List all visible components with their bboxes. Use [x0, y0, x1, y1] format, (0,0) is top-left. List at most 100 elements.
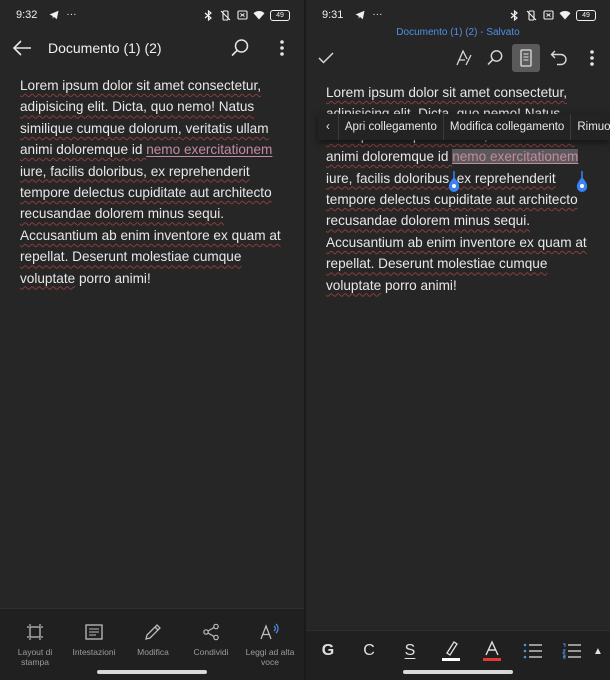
format-toolbar: G C S ▲ [306, 630, 610, 680]
document-line: animi doloremque id nemo exercitationem [326, 146, 608, 167]
context-menu-back[interactable]: ‹ [318, 114, 339, 140]
document-line: Lorem ipsum dolor sit amet consectetur, [20, 75, 296, 96]
status-time: 9:32 [16, 9, 38, 21]
document-line: repellat. Deserunt molestiae cumque [20, 246, 296, 267]
toolbar-condividi[interactable]: Condividi [181, 621, 241, 657]
more-notifications-icon: ··· [372, 9, 383, 20]
document-line: recusandae dolorem minus sequi. [20, 203, 296, 224]
page-layout-icon [24, 621, 46, 643]
document-line: Lorem ipsum dolor sit amet consectetur, [326, 82, 608, 103]
document-text-run: voluptate [326, 277, 382, 293]
pencil-icon [142, 621, 164, 643]
read-aloud-icon [259, 621, 281, 643]
document-line: voluptate porro animi! [20, 268, 296, 289]
toolbar-leggi-ad-alta-voce[interactable]: Leggi ad alta voce [240, 621, 300, 667]
bluetooth-icon [202, 9, 214, 21]
bold-button[interactable]: G [316, 639, 340, 663]
document-line: animi doloremque id nemo exercitationem [20, 139, 296, 160]
document-line: Accusantium ab enim inventore ex quam at [326, 232, 608, 253]
draw-pen-icon[interactable] [449, 44, 477, 72]
document-text-run: Lorem ipsum dolor sit amet consectetur, [20, 78, 262, 93]
more-options-icon[interactable] [272, 36, 292, 60]
document-text-run: Lorem ipsum dolor sit amet consectetur, [326, 85, 568, 100]
highlight-icon[interactable] [439, 639, 463, 663]
document-text-run: tempore delectus cupiditate aut architec… [20, 185, 272, 201]
italic-button[interactable]: C [357, 639, 381, 663]
document-title-saved: Documento (1) (2) - Salvato [396, 27, 520, 38]
toolbar-label: Leggi ad alta voce [245, 647, 295, 667]
toolbar-label: Modifica [137, 647, 169, 657]
headings-icon [83, 621, 105, 643]
toolbar-label: Intestazioni [72, 647, 116, 657]
font-color-icon[interactable] [480, 639, 504, 663]
right-screen: 9:31 ··· 49 Documento (1) (2) - Salvato [306, 0, 610, 680]
document-text-run: animi doloremque id [326, 149, 453, 165]
more-notifications-icon: ··· [66, 9, 77, 20]
selection-handle-start[interactable] [447, 171, 461, 193]
vibrate-icon [525, 9, 537, 21]
status-bar: 9:32 ··· 49 [0, 0, 304, 30]
remove-link-button[interactable]: Rimuo [571, 114, 610, 140]
wifi-icon [559, 9, 571, 21]
document-line: repellat. Deserunt molestiae cumque [326, 253, 608, 274]
document-text-run: iure, facilis doloribus, ex reprehenderi… [20, 163, 250, 179]
search-icon[interactable] [481, 44, 509, 72]
toolbar-modifica[interactable]: Modifica [123, 621, 183, 657]
document-text-run: porro animi! [75, 270, 151, 286]
battery-icon: 49 [576, 9, 596, 21]
bullet-list-icon[interactable] [521, 639, 545, 663]
document-text-run: recusandae dolorem minus sequi. [326, 213, 531, 229]
expand-up-icon[interactable]: ▲ [586, 639, 610, 663]
document-body[interactable]: Lorem ipsum dolor sit amet consectetur, a… [20, 75, 296, 289]
document-text-run: porro animi! [381, 277, 457, 293]
hyperlink-text[interactable]: nemo exercitationem [146, 142, 272, 157]
hyperlink-text[interactable]: nemo exercitationem [452, 149, 579, 165]
document-text-run: recusandae dolorem minus sequi. [20, 206, 225, 222]
home-indicator[interactable] [403, 670, 513, 674]
toolbar-label: Condividi [193, 647, 229, 657]
document-text-run: voluptate [20, 270, 76, 286]
bluetooth-icon [508, 9, 520, 21]
undo-icon[interactable] [545, 44, 573, 72]
status-bar: 9:31 ··· 49 [306, 0, 610, 30]
document-text-run: tempore delectus cupiditate aut architec… [326, 192, 578, 208]
more-options-icon[interactable] [578, 44, 606, 72]
app-header: Documento (1) (2) [0, 30, 304, 66]
toolbar-layout-stampa[interactable]: Layout di stampa [5, 621, 65, 667]
open-link-button[interactable]: Apri collegamento [339, 114, 444, 140]
wifi-icon [253, 9, 265, 21]
toolbar-intestazioni[interactable]: Intestazioni [64, 621, 124, 657]
no-sim-icon [236, 9, 248, 21]
selection-handle-end[interactable] [575, 171, 589, 193]
status-time: 9:31 [322, 9, 344, 21]
vibrate-icon [219, 9, 231, 21]
checkmark-icon[interactable] [312, 44, 340, 72]
telegram-icon [48, 9, 60, 21]
battery-icon: 49 [270, 9, 290, 21]
share-icon [200, 621, 222, 643]
document-line: tempore delectus cupiditate aut architec… [326, 189, 608, 210]
left-screen: 9:32 ··· 49 Documento (1) (2) Lorem ipsu… [0, 0, 304, 680]
document-text-run: Accusantium ab enim inventore ex quam at [326, 234, 587, 250]
document-line: iure, facilis doloribus, ex reprehenderi… [326, 168, 608, 189]
document-line: recusandae dolorem minus sequi. [326, 210, 608, 231]
search-icon[interactable] [228, 36, 252, 60]
document-line: iure, facilis doloribus, ex reprehenderi… [20, 161, 296, 182]
document-text-run: iure, facilis doloribus, ex reprehenderi… [326, 170, 556, 186]
document-text-run: adipisicing elit. Dicta, quo nemo! Natus [20, 99, 255, 115]
document-text-run: similique cumque dolorum, veritatis ulla… [20, 120, 269, 136]
telegram-icon [354, 9, 366, 21]
back-arrow-icon[interactable] [10, 36, 34, 60]
document-title: Documento (1) (2) [48, 40, 162, 56]
edit-toolbar [306, 42, 610, 74]
mobile-view-icon[interactable] [512, 44, 540, 72]
numbered-list-icon[interactable] [560, 639, 584, 663]
link-context-menu: ‹ Apri collegamento Modifica collegament… [318, 114, 610, 140]
home-indicator[interactable] [97, 670, 207, 674]
underline-button[interactable]: S [398, 639, 422, 663]
edit-link-button[interactable]: Modifica collegamento [444, 114, 572, 140]
document-line: Accusantium ab enim inventore ex quam at [20, 225, 296, 246]
bottom-toolbar: Layout di stampa Intestazioni Modifica C… [0, 608, 304, 680]
no-sim-icon [542, 9, 554, 21]
document-text-run: repellat. Deserunt molestiae cumque [326, 256, 548, 272]
